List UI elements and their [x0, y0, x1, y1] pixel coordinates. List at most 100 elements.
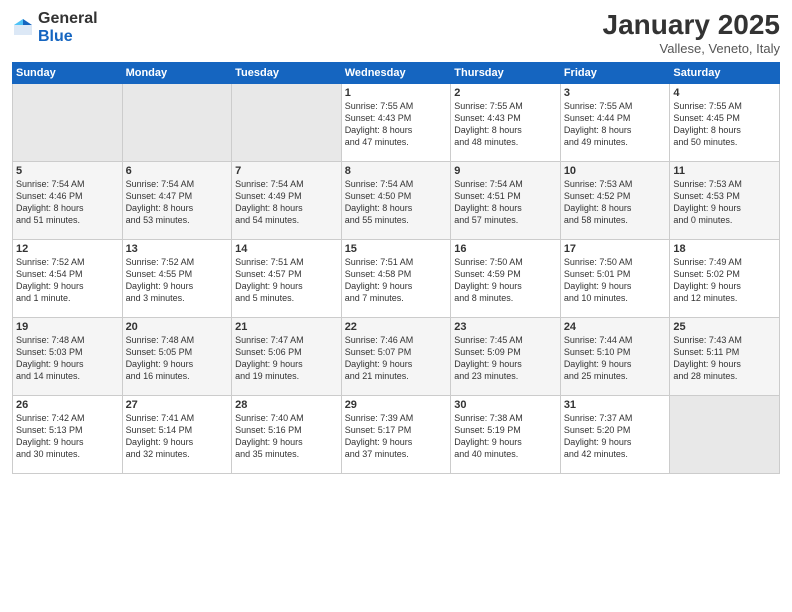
day-number: 26 — [16, 399, 119, 411]
day-number: 13 — [126, 243, 229, 255]
day-number: 1 — [345, 87, 448, 99]
weekday-header-thursday: Thursday — [451, 62, 561, 83]
logo-icon — [12, 17, 34, 39]
calendar-cell: 22Sunrise: 7:46 AM Sunset: 5:07 PM Dayli… — [341, 317, 451, 395]
day-number: 31 — [564, 399, 667, 411]
title-block: January 2025 Vallese, Veneto, Italy — [603, 10, 780, 56]
day-number: 23 — [454, 321, 557, 333]
calendar-cell — [122, 83, 232, 161]
calendar-table: SundayMondayTuesdayWednesdayThursdayFrid… — [12, 62, 780, 474]
cell-sun-info: Sunrise: 7:39 AM Sunset: 5:17 PM Dayligh… — [345, 412, 448, 461]
calendar-cell: 4Sunrise: 7:55 AM Sunset: 4:45 PM Daylig… — [670, 83, 780, 161]
day-number: 15 — [345, 243, 448, 255]
day-number: 21 — [235, 321, 338, 333]
calendar-cell: 10Sunrise: 7:53 AM Sunset: 4:52 PM Dayli… — [560, 161, 670, 239]
calendar-cell: 30Sunrise: 7:38 AM Sunset: 5:19 PM Dayli… — [451, 395, 561, 473]
day-number: 10 — [564, 165, 667, 177]
day-number: 29 — [345, 399, 448, 411]
logo-general: General — [38, 10, 98, 28]
cell-sun-info: Sunrise: 7:38 AM Sunset: 5:19 PM Dayligh… — [454, 412, 557, 461]
calendar-cell: 25Sunrise: 7:43 AM Sunset: 5:11 PM Dayli… — [670, 317, 780, 395]
calendar-cell: 9Sunrise: 7:54 AM Sunset: 4:51 PM Daylig… — [451, 161, 561, 239]
calendar-cell: 6Sunrise: 7:54 AM Sunset: 4:47 PM Daylig… — [122, 161, 232, 239]
cell-sun-info: Sunrise: 7:44 AM Sunset: 5:10 PM Dayligh… — [564, 334, 667, 383]
day-number: 8 — [345, 165, 448, 177]
cell-sun-info: Sunrise: 7:50 AM Sunset: 4:59 PM Dayligh… — [454, 256, 557, 305]
calendar-cell: 23Sunrise: 7:45 AM Sunset: 5:09 PM Dayli… — [451, 317, 561, 395]
cell-sun-info: Sunrise: 7:47 AM Sunset: 5:06 PM Dayligh… — [235, 334, 338, 383]
location-subtitle: Vallese, Veneto, Italy — [603, 41, 780, 56]
calendar-cell: 28Sunrise: 7:40 AM Sunset: 5:16 PM Dayli… — [232, 395, 342, 473]
calendar-cell: 5Sunrise: 7:54 AM Sunset: 4:46 PM Daylig… — [13, 161, 123, 239]
calendar-cell: 18Sunrise: 7:49 AM Sunset: 5:02 PM Dayli… — [670, 239, 780, 317]
cell-sun-info: Sunrise: 7:43 AM Sunset: 5:11 PM Dayligh… — [673, 334, 776, 383]
cell-sun-info: Sunrise: 7:50 AM Sunset: 5:01 PM Dayligh… — [564, 256, 667, 305]
cell-sun-info: Sunrise: 7:48 AM Sunset: 5:03 PM Dayligh… — [16, 334, 119, 383]
calendar-cell: 21Sunrise: 7:47 AM Sunset: 5:06 PM Dayli… — [232, 317, 342, 395]
week-row-3: 12Sunrise: 7:52 AM Sunset: 4:54 PM Dayli… — [13, 239, 780, 317]
calendar-cell: 27Sunrise: 7:41 AM Sunset: 5:14 PM Dayli… — [122, 395, 232, 473]
calendar-cell: 11Sunrise: 7:53 AM Sunset: 4:53 PM Dayli… — [670, 161, 780, 239]
calendar-cell: 12Sunrise: 7:52 AM Sunset: 4:54 PM Dayli… — [13, 239, 123, 317]
weekday-header-monday: Monday — [122, 62, 232, 83]
calendar-cell: 8Sunrise: 7:54 AM Sunset: 4:50 PM Daylig… — [341, 161, 451, 239]
cell-sun-info: Sunrise: 7:53 AM Sunset: 4:52 PM Dayligh… — [564, 178, 667, 227]
calendar-cell: 13Sunrise: 7:52 AM Sunset: 4:55 PM Dayli… — [122, 239, 232, 317]
cell-sun-info: Sunrise: 7:51 AM Sunset: 4:58 PM Dayligh… — [345, 256, 448, 305]
week-row-1: 1Sunrise: 7:55 AM Sunset: 4:43 PM Daylig… — [13, 83, 780, 161]
cell-sun-info: Sunrise: 7:48 AM Sunset: 5:05 PM Dayligh… — [126, 334, 229, 383]
day-number: 14 — [235, 243, 338, 255]
calendar-cell: 31Sunrise: 7:37 AM Sunset: 5:20 PM Dayli… — [560, 395, 670, 473]
day-number: 22 — [345, 321, 448, 333]
calendar-cell: 26Sunrise: 7:42 AM Sunset: 5:13 PM Dayli… — [13, 395, 123, 473]
calendar-body: 1Sunrise: 7:55 AM Sunset: 4:43 PM Daylig… — [13, 83, 780, 473]
day-number: 25 — [673, 321, 776, 333]
weekday-header-tuesday: Tuesday — [232, 62, 342, 83]
logo-text: General Blue — [38, 10, 98, 45]
cell-sun-info: Sunrise: 7:51 AM Sunset: 4:57 PM Dayligh… — [235, 256, 338, 305]
day-number: 2 — [454, 87, 557, 99]
logo-blue: Blue — [38, 28, 98, 46]
day-number: 28 — [235, 399, 338, 411]
day-number: 4 — [673, 87, 776, 99]
day-number: 6 — [126, 165, 229, 177]
calendar-container: General Blue January 2025 Vallese, Venet… — [0, 0, 792, 612]
cell-sun-info: Sunrise: 7:52 AM Sunset: 4:55 PM Dayligh… — [126, 256, 229, 305]
cell-sun-info: Sunrise: 7:55 AM Sunset: 4:44 PM Dayligh… — [564, 100, 667, 149]
weekday-header-wednesday: Wednesday — [341, 62, 451, 83]
day-number: 27 — [126, 399, 229, 411]
calendar-cell: 16Sunrise: 7:50 AM Sunset: 4:59 PM Dayli… — [451, 239, 561, 317]
logo: General Blue — [12, 10, 98, 45]
calendar-cell: 20Sunrise: 7:48 AM Sunset: 5:05 PM Dayli… — [122, 317, 232, 395]
cell-sun-info: Sunrise: 7:55 AM Sunset: 4:45 PM Dayligh… — [673, 100, 776, 149]
day-number: 30 — [454, 399, 557, 411]
cell-sun-info: Sunrise: 7:54 AM Sunset: 4:47 PM Dayligh… — [126, 178, 229, 227]
cell-sun-info: Sunrise: 7:42 AM Sunset: 5:13 PM Dayligh… — [16, 412, 119, 461]
cell-sun-info: Sunrise: 7:54 AM Sunset: 4:50 PM Dayligh… — [345, 178, 448, 227]
cell-sun-info: Sunrise: 7:55 AM Sunset: 4:43 PM Dayligh… — [345, 100, 448, 149]
week-row-4: 19Sunrise: 7:48 AM Sunset: 5:03 PM Dayli… — [13, 317, 780, 395]
calendar-cell: 29Sunrise: 7:39 AM Sunset: 5:17 PM Dayli… — [341, 395, 451, 473]
cell-sun-info: Sunrise: 7:54 AM Sunset: 4:51 PM Dayligh… — [454, 178, 557, 227]
cell-sun-info: Sunrise: 7:41 AM Sunset: 5:14 PM Dayligh… — [126, 412, 229, 461]
calendar-cell: 19Sunrise: 7:48 AM Sunset: 5:03 PM Dayli… — [13, 317, 123, 395]
cell-sun-info: Sunrise: 7:37 AM Sunset: 5:20 PM Dayligh… — [564, 412, 667, 461]
calendar-cell — [670, 395, 780, 473]
header: General Blue January 2025 Vallese, Venet… — [12, 10, 780, 56]
weekday-header-saturday: Saturday — [670, 62, 780, 83]
day-number: 17 — [564, 243, 667, 255]
month-title: January 2025 — [603, 10, 780, 41]
weekday-header-friday: Friday — [560, 62, 670, 83]
cell-sun-info: Sunrise: 7:53 AM Sunset: 4:53 PM Dayligh… — [673, 178, 776, 227]
weekday-header-row: SundayMondayTuesdayWednesdayThursdayFrid… — [13, 62, 780, 83]
day-number: 7 — [235, 165, 338, 177]
weekday-header-sunday: Sunday — [13, 62, 123, 83]
calendar-cell: 1Sunrise: 7:55 AM Sunset: 4:43 PM Daylig… — [341, 83, 451, 161]
calendar-cell — [13, 83, 123, 161]
day-number: 18 — [673, 243, 776, 255]
week-row-2: 5Sunrise: 7:54 AM Sunset: 4:46 PM Daylig… — [13, 161, 780, 239]
cell-sun-info: Sunrise: 7:52 AM Sunset: 4:54 PM Dayligh… — [16, 256, 119, 305]
week-row-5: 26Sunrise: 7:42 AM Sunset: 5:13 PM Dayli… — [13, 395, 780, 473]
cell-sun-info: Sunrise: 7:55 AM Sunset: 4:43 PM Dayligh… — [454, 100, 557, 149]
cell-sun-info: Sunrise: 7:49 AM Sunset: 5:02 PM Dayligh… — [673, 256, 776, 305]
